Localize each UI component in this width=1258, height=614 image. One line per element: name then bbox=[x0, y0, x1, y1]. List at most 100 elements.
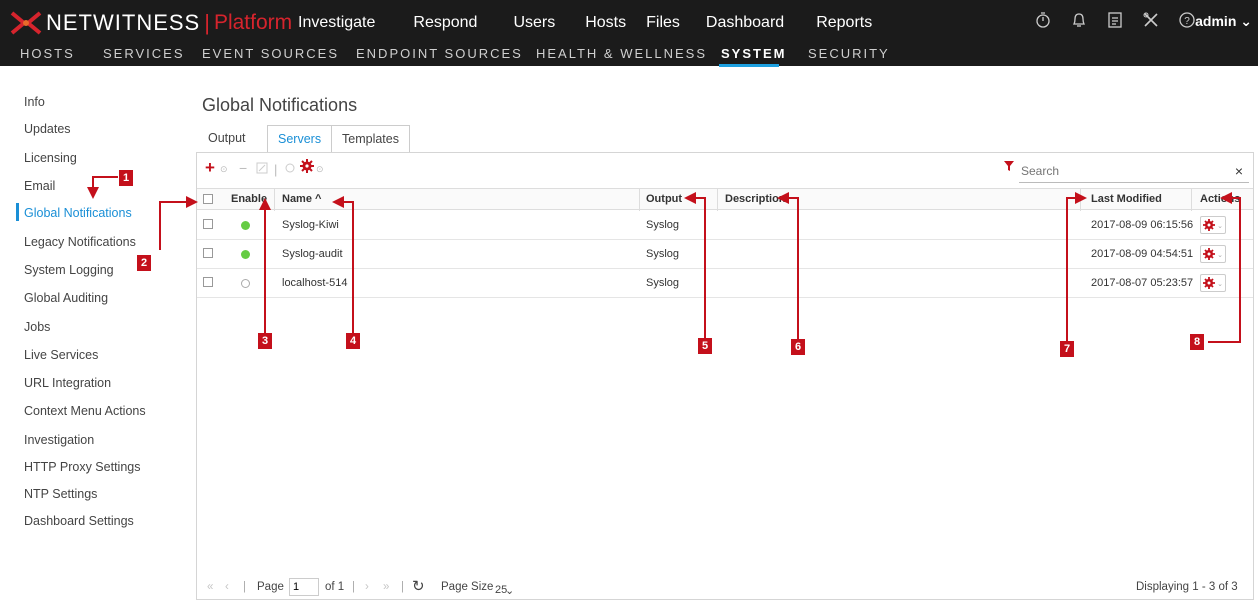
pagination-bar: « ‹ | Page of 1 | › » | ↻ Page Size 25 ⌄… bbox=[197, 575, 1253, 601]
callout-badge-5: 5 bbox=[698, 338, 712, 354]
refresh-icon[interactable]: ↻ bbox=[412, 577, 425, 595]
nav-hosts[interactable]: Hosts bbox=[585, 14, 626, 32]
row-checkbox[interactable] bbox=[203, 277, 213, 287]
row-actions-button[interactable]: ⌄ bbox=[1200, 216, 1226, 234]
column-divider bbox=[1080, 189, 1081, 211]
displaying-count: Displaying 1 - 3 of 3 bbox=[1136, 581, 1238, 593]
timer-icon[interactable] bbox=[1034, 11, 1052, 29]
sidebar-item-url-integration[interactable]: URL Integration bbox=[24, 376, 111, 390]
add-dropdown-icon[interactable]: ⊙ bbox=[220, 164, 228, 175]
sidebar-item-info[interactable]: Info bbox=[24, 95, 45, 109]
row-name: Syslog-Kiwi bbox=[282, 219, 339, 231]
callout-badge-4: 4 bbox=[346, 333, 360, 349]
tools-icon[interactable] bbox=[1142, 11, 1160, 29]
nav-users[interactable]: Users bbox=[513, 14, 555, 32]
subnav-security[interactable]: SECURITY bbox=[808, 46, 890, 61]
search-box[interactable]: × bbox=[1019, 161, 1249, 183]
tab-servers[interactable]: Servers bbox=[267, 125, 333, 153]
subnav-system[interactable]: SYSTEM bbox=[721, 46, 786, 61]
sidebar-item-context-menu-actions[interactable]: Context Menu Actions bbox=[24, 404, 146, 418]
pager-divider: | bbox=[352, 581, 355, 593]
nav-files[interactable]: Files bbox=[646, 14, 680, 32]
bell-icon[interactable] bbox=[1070, 11, 1088, 29]
brand-separator: | bbox=[204, 10, 210, 35]
header-name[interactable]: Name ^ bbox=[282, 193, 321, 205]
settings-gear-icon[interactable] bbox=[300, 159, 314, 176]
callout-badge-2: 2 bbox=[137, 255, 151, 271]
nav-reports[interactable]: Reports bbox=[816, 14, 872, 32]
sidebar-item-investigation[interactable]: Investigation bbox=[24, 433, 94, 447]
add-icon[interactable]: + bbox=[205, 158, 215, 178]
sidebar: Info Updates Licensing Email Global Noti… bbox=[0, 66, 190, 614]
header-description[interactable]: Description bbox=[725, 193, 786, 205]
sidebar-item-system-logging[interactable]: System Logging bbox=[24, 263, 114, 277]
brand-name: NETWITNESS bbox=[46, 10, 201, 35]
sidebar-item-updates[interactable]: Updates bbox=[24, 122, 71, 136]
pager-divider: | bbox=[243, 581, 246, 593]
nav-respond[interactable]: Respond bbox=[413, 14, 477, 32]
sidebar-item-email[interactable]: Email bbox=[24, 179, 55, 193]
header-output[interactable]: Output bbox=[646, 193, 682, 205]
svg-text:⌄: ⌄ bbox=[1217, 252, 1223, 259]
select-all-checkbox[interactable] bbox=[203, 194, 213, 204]
column-divider bbox=[1191, 189, 1192, 211]
next-page-icon[interactable]: › bbox=[365, 581, 369, 593]
sub-nav: HOSTS SERVICES EVENT SOURCES ENDPOINT SO… bbox=[0, 44, 1258, 67]
sidebar-item-legacy-notifications[interactable]: Legacy Notifications bbox=[24, 235, 136, 249]
table-row[interactable]: Syslog-Kiwi Syslog 2017-08-09 06:15:56 ⌄ bbox=[197, 211, 1253, 240]
header-last-modified[interactable]: Last Modified bbox=[1091, 193, 1162, 205]
toolbar-icons: ? bbox=[1034, 11, 1196, 29]
sidebar-item-jobs[interactable]: Jobs bbox=[24, 320, 50, 334]
subnav-hosts[interactable]: HOSTS bbox=[20, 46, 75, 61]
row-checkbox[interactable] bbox=[203, 219, 213, 229]
header-enable[interactable]: Enable bbox=[231, 193, 267, 205]
sidebar-item-dashboard-settings[interactable]: Dashboard Settings bbox=[24, 514, 134, 528]
page-label: Page bbox=[257, 581, 284, 593]
edit-icon[interactable] bbox=[256, 162, 268, 177]
subnav-health-wellness[interactable]: HEALTH & WELLNESS bbox=[536, 46, 707, 61]
table-row[interactable]: Syslog-audit Syslog 2017-08-09 04:54:51 … bbox=[197, 240, 1253, 269]
header-actions: Actions bbox=[1200, 193, 1241, 205]
row-last-modified: 2017-08-09 06:15:56 bbox=[1091, 219, 1194, 231]
servers-panel: + ⊙ − | ⊙ × Enable Name ^ Output Descrip… bbox=[196, 152, 1254, 600]
help-icon[interactable]: ? bbox=[1178, 11, 1196, 29]
sidebar-item-licensing[interactable]: Licensing bbox=[24, 151, 77, 165]
row-checkbox[interactable] bbox=[203, 248, 213, 258]
brand-logo[interactable]: NETWITNESS | Platform bbox=[10, 10, 292, 36]
netwitness-logo-icon bbox=[10, 11, 42, 35]
page-size-select[interactable]: 25 ⌄ bbox=[491, 578, 541, 597]
last-page-icon[interactable]: » bbox=[383, 581, 389, 593]
page-number-input[interactable] bbox=[289, 578, 319, 596]
remove-icon[interactable]: − bbox=[239, 160, 247, 176]
row-actions-button[interactable]: ⌄ bbox=[1200, 245, 1226, 263]
nav-dashboard[interactable]: Dashboard bbox=[706, 14, 784, 32]
clear-search-icon[interactable]: × bbox=[1235, 163, 1243, 179]
settings-dropdown-icon[interactable]: ⊙ bbox=[316, 164, 324, 175]
search-input[interactable] bbox=[1021, 164, 1201, 178]
tab-templates[interactable]: Templates bbox=[331, 125, 410, 153]
sidebar-item-http-proxy-settings[interactable]: HTTP Proxy Settings bbox=[24, 460, 140, 474]
row-output: Syslog bbox=[646, 277, 680, 289]
subnav-event-sources[interactable]: EVENT SOURCES bbox=[202, 46, 339, 61]
column-divider bbox=[717, 189, 718, 211]
test-icon[interactable] bbox=[284, 162, 296, 177]
subnav-active-indicator bbox=[719, 64, 779, 67]
sidebar-item-live-services[interactable]: Live Services bbox=[24, 348, 98, 362]
first-page-icon[interactable]: « bbox=[207, 581, 213, 593]
prev-page-icon[interactable]: ‹ bbox=[225, 581, 229, 593]
sidebar-item-global-auditing[interactable]: Global Auditing bbox=[24, 291, 108, 305]
table-row[interactable]: localhost-514 Syslog 2017-08-07 05:23:57… bbox=[197, 269, 1253, 298]
tab-output[interactable]: Output bbox=[198, 125, 256, 153]
sidebar-item-global-notifications[interactable]: Global Notifications bbox=[24, 206, 132, 220]
filter-icon[interactable] bbox=[1003, 160, 1015, 175]
sidebar-item-ntp-settings[interactable]: NTP Settings bbox=[24, 487, 97, 501]
notes-icon[interactable] bbox=[1106, 11, 1124, 29]
subnav-endpoint-sources[interactable]: ENDPOINT SOURCES bbox=[356, 46, 523, 61]
column-divider bbox=[639, 189, 640, 211]
user-menu[interactable]: admin ⌄ bbox=[1195, 13, 1252, 30]
nav-investigate[interactable]: Investigate bbox=[298, 14, 375, 32]
subnav-services[interactable]: SERVICES bbox=[103, 46, 185, 61]
enabled-status-icon bbox=[241, 221, 250, 230]
row-actions-button[interactable]: ⌄ bbox=[1200, 274, 1226, 292]
callout-badge-6: 6 bbox=[791, 339, 805, 355]
